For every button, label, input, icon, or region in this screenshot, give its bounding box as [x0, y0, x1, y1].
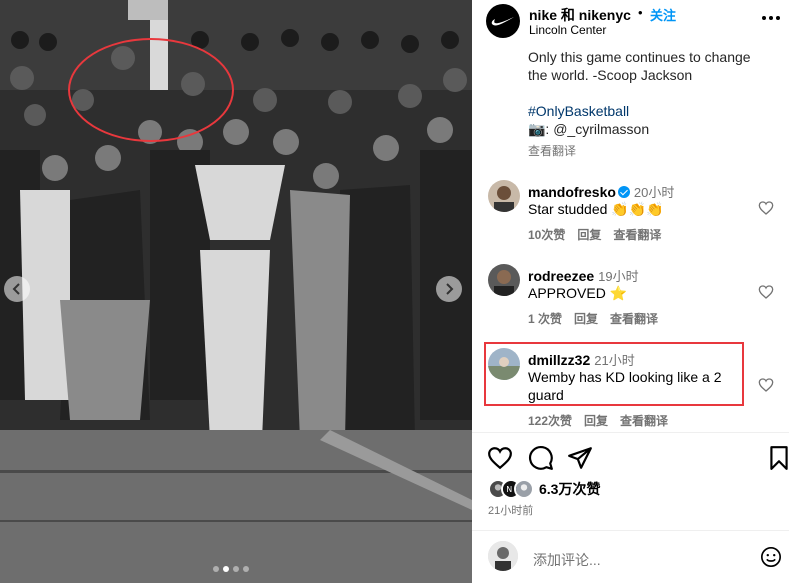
post-sidebar: nike 和 nikenyc • 关注 Lincoln Center Only …: [472, 0, 789, 583]
comment-username-text[interactable]: mandofresko: [528, 184, 616, 200]
carousel-indicator: [213, 566, 249, 572]
comment-time: 20小时: [633, 185, 675, 200]
account-avatar[interactable]: [486, 4, 520, 38]
post-actions: [472, 445, 789, 475]
heart-icon[interactable]: [758, 284, 774, 300]
carousel-dot-active: [223, 566, 229, 572]
comment-username-text[interactable]: rodreezee: [528, 268, 594, 284]
comment-username[interactable]: rodreezee 19小时: [528, 266, 639, 285]
post-header: nike 和 nikenyc • 关注 Lincoln Center: [472, 0, 789, 42]
comment-username-text[interactable]: dmillzz32: [528, 352, 590, 368]
chevron-left-icon: [12, 283, 20, 295]
comment-actions: 10次赞 回复 查看翻译: [528, 226, 661, 243]
divider: [472, 432, 789, 433]
nike-swoosh-icon: [491, 17, 514, 26]
photo-credit[interactable]: 📷: @_cyrilmasson: [528, 120, 778, 138]
account-name[interactable]: nike 和 nikenyc: [529, 5, 631, 25]
avatar: [514, 479, 534, 499]
comment-text: Wemby has KD looking like a 2 guard: [528, 369, 722, 403]
highlight-ellipse: [68, 38, 234, 142]
post-media[interactable]: [0, 0, 472, 583]
heart-icon[interactable]: [487, 445, 513, 471]
more-options-icon[interactable]: [762, 14, 782, 22]
avatar: [488, 541, 518, 571]
post-caption: Only this game continues to change the w…: [528, 48, 778, 138]
header-separator: •: [638, 5, 643, 20]
caption-line: the world. -Scoop Jackson: [528, 67, 693, 83]
carousel-dot: [233, 566, 239, 572]
hashtag-link[interactable]: #OnlyBasketball: [528, 102, 778, 120]
comment-text: Star studded 👏👏👏: [528, 201, 664, 217]
comment-like-count[interactable]: 122次赞: [528, 412, 572, 429]
location-link[interactable]: Lincoln Center: [529, 23, 606, 37]
bookmark-icon[interactable]: [766, 445, 789, 471]
add-comment-input[interactable]: 添加评论...: [533, 550, 601, 570]
comment-username[interactable]: mandofresko 20小时: [528, 182, 674, 201]
heart-icon[interactable]: [758, 200, 774, 216]
divider: [472, 530, 789, 531]
avatar[interactable]: [488, 180, 520, 212]
comment-username[interactable]: dmillzz32 21小时: [528, 350, 635, 369]
comment-like-count[interactable]: 10次赞: [528, 226, 565, 243]
comment-actions: 1 次赞 回复 查看翻译: [528, 310, 658, 327]
comment-time: 19小时: [598, 269, 639, 284]
avatar[interactable]: [488, 264, 520, 296]
see-translation-button[interactable]: 查看翻译: [528, 142, 576, 159]
comment-text: APPROVED ⭐: [528, 285, 628, 301]
emoji-icon[interactable]: [760, 546, 782, 568]
see-translation-button[interactable]: 查看翻译: [613, 226, 661, 243]
see-translation-button[interactable]: 查看翻译: [610, 310, 658, 327]
carousel-dot: [243, 566, 249, 572]
comment-like-count[interactable]: 1 次赞: [528, 310, 562, 327]
reply-button[interactable]: 回复: [577, 226, 601, 243]
follow-button[interactable]: 关注: [650, 5, 676, 24]
comment-actions: 122次赞 回复 查看翻译: [528, 412, 668, 429]
chevron-right-icon: [446, 283, 454, 295]
next-image-button[interactable]: [436, 276, 462, 302]
like-count[interactable]: 6.3万次赞: [539, 479, 600, 499]
comment-time: 21小时: [594, 353, 635, 368]
carousel-dot: [213, 566, 219, 572]
previous-image-button[interactable]: [4, 276, 30, 302]
share-icon[interactable]: [567, 445, 593, 471]
reply-button[interactable]: 回复: [584, 412, 608, 429]
reply-button[interactable]: 回复: [574, 310, 598, 327]
likes-summary[interactable]: N 6.3万次赞: [488, 478, 600, 500]
post-timestamp[interactable]: 21小时前: [488, 502, 533, 518]
svg-text:N: N: [506, 485, 512, 494]
see-translation-button[interactable]: 查看翻译: [620, 412, 668, 429]
heart-icon[interactable]: [758, 377, 774, 393]
comment-icon[interactable]: [528, 445, 554, 471]
verified-badge-icon: [617, 186, 630, 198]
avatar[interactable]: [488, 348, 520, 380]
caption-line: Only this game continues to change: [528, 49, 751, 65]
